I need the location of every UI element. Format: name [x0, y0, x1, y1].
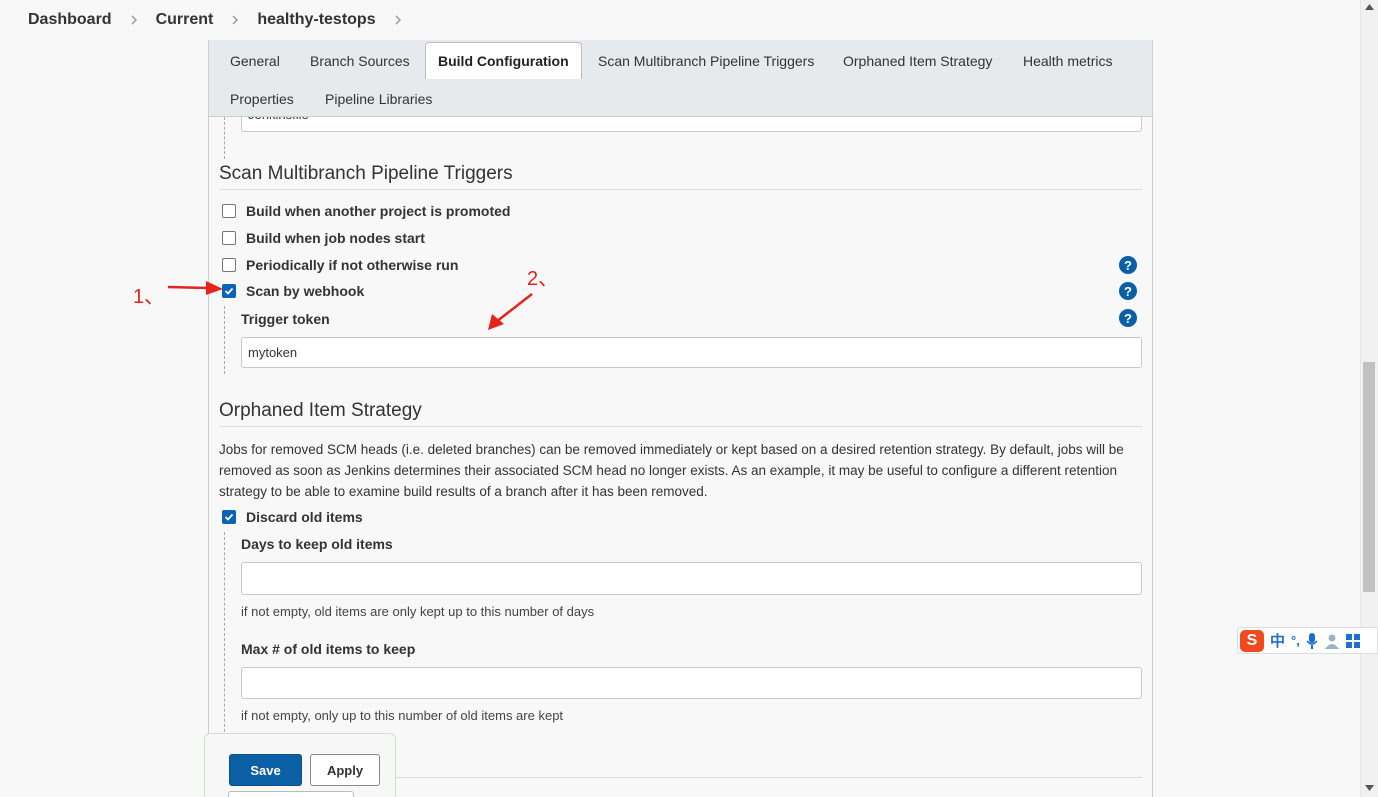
checkbox[interactable] [222, 231, 236, 245]
breadcrumb: Dashboard Current healthy-testops [0, 0, 1360, 40]
checkbox-label: Build when job nodes start [246, 230, 425, 246]
checkbox-checked[interactable] [222, 510, 236, 524]
checkbox-label: Scan by webhook [246, 283, 365, 299]
max-items-label: Max # of old items to keep [241, 641, 416, 657]
trigger-periodic-option[interactable]: Periodically if not otherwise run [222, 257, 458, 273]
max-items-input[interactable] [241, 667, 1142, 699]
chevron-right-icon[interactable] [231, 15, 239, 25]
days-to-keep-hint: if not empty, old items are only kept up… [241, 604, 595, 619]
checkbox-label: Discard old items [246, 509, 363, 525]
chevron-right-icon[interactable] [394, 15, 402, 25]
help-icon[interactable]: ? [1119, 256, 1137, 274]
tab-general[interactable]: General [218, 43, 292, 79]
grid-menu-icon[interactable] [1345, 633, 1360, 648]
annotation-2: 2、 [527, 268, 559, 290]
user-icon[interactable] [1324, 633, 1340, 649]
breadcrumb-dashboard[interactable]: Dashboard [28, 11, 112, 29]
config-tabbar: General Branch Sources Build Configurati… [208, 40, 1153, 117]
tab-pipeline-libraries[interactable]: Pipeline Libraries [313, 81, 444, 117]
annotation-arrow-icon [168, 281, 223, 295]
help-icon[interactable]: ? [1119, 309, 1137, 327]
help-icon[interactable]: ? [1119, 282, 1137, 300]
annotation-arrow-icon [488, 293, 533, 330]
scroll-down-icon [1365, 785, 1374, 791]
trigger-nodes-start-option[interactable]: Build when job nodes start [222, 230, 425, 246]
checkbox-label: Build when another project is promoted [246, 203, 511, 219]
orphaned-section-title: Orphaned Item Strategy [219, 400, 1142, 427]
ime-toolbar[interactable]: S 中 °, [1237, 627, 1378, 654]
tab-branch-sources[interactable]: Branch Sources [298, 43, 422, 79]
trigger-promoted-option[interactable]: Build when another project is promoted [222, 203, 510, 219]
section-indent-line [224, 117, 225, 159]
trigger-webhook-option[interactable]: Scan by webhook [222, 283, 364, 299]
ime-language-toggle[interactable]: 中 [1270, 630, 1285, 651]
ime-punctuation-toggle[interactable]: °, [1291, 633, 1300, 648]
microphone-icon[interactable] [1306, 632, 1318, 649]
scrollbar-thumb[interactable] [1363, 362, 1375, 592]
tab-properties[interactable]: Properties [218, 81, 306, 117]
checkbox[interactable] [222, 204, 236, 218]
trigger-token-label: Trigger token [241, 311, 330, 327]
breadcrumb-current[interactable]: Current [156, 11, 214, 29]
orphaned-description: Jobs for removed SCM heads (i.e. deleted… [219, 442, 1124, 499]
discard-indent-line [224, 532, 225, 742]
tab-build-configuration[interactable]: Build Configuration [425, 42, 582, 79]
tab-scan-triggers[interactable]: Scan Multibranch Pipeline Triggers [586, 43, 826, 79]
chevron-right-icon[interactable] [130, 15, 138, 25]
trigger-token-input[interactable]: mytoken [241, 337, 1142, 368]
check-icon [224, 513, 234, 521]
discard-old-items-option[interactable]: Discard old items [222, 509, 363, 525]
triggers-section-title: Scan Multibranch Pipeline Triggers [219, 163, 1142, 190]
apply-button[interactable]: Apply [310, 754, 380, 786]
scroll-up-icon [1365, 4, 1374, 10]
max-items-hint: if not empty, only up to this number of … [241, 708, 564, 723]
checkbox-checked[interactable] [222, 284, 236, 298]
breadcrumb-job[interactable]: healthy-testops [257, 11, 375, 29]
checkbox-label: Periodically if not otherwise run [246, 257, 459, 273]
webhook-indent-line [224, 306, 225, 374]
save-button[interactable]: Save [229, 754, 302, 786]
partial-button[interactable] [228, 791, 354, 797]
days-to-keep-input[interactable] [241, 562, 1142, 595]
tab-health-metrics[interactable]: Health metrics [1011, 43, 1124, 79]
check-icon [224, 287, 234, 295]
tab-orphaned-item-strategy[interactable]: Orphaned Item Strategy [831, 43, 1004, 79]
ime-logo-icon[interactable]: S [1240, 629, 1264, 652]
days-to-keep-label: Days to keep old items [241, 536, 393, 552]
annotation-1: 1、 [133, 286, 165, 308]
checkbox[interactable] [222, 258, 236, 272]
